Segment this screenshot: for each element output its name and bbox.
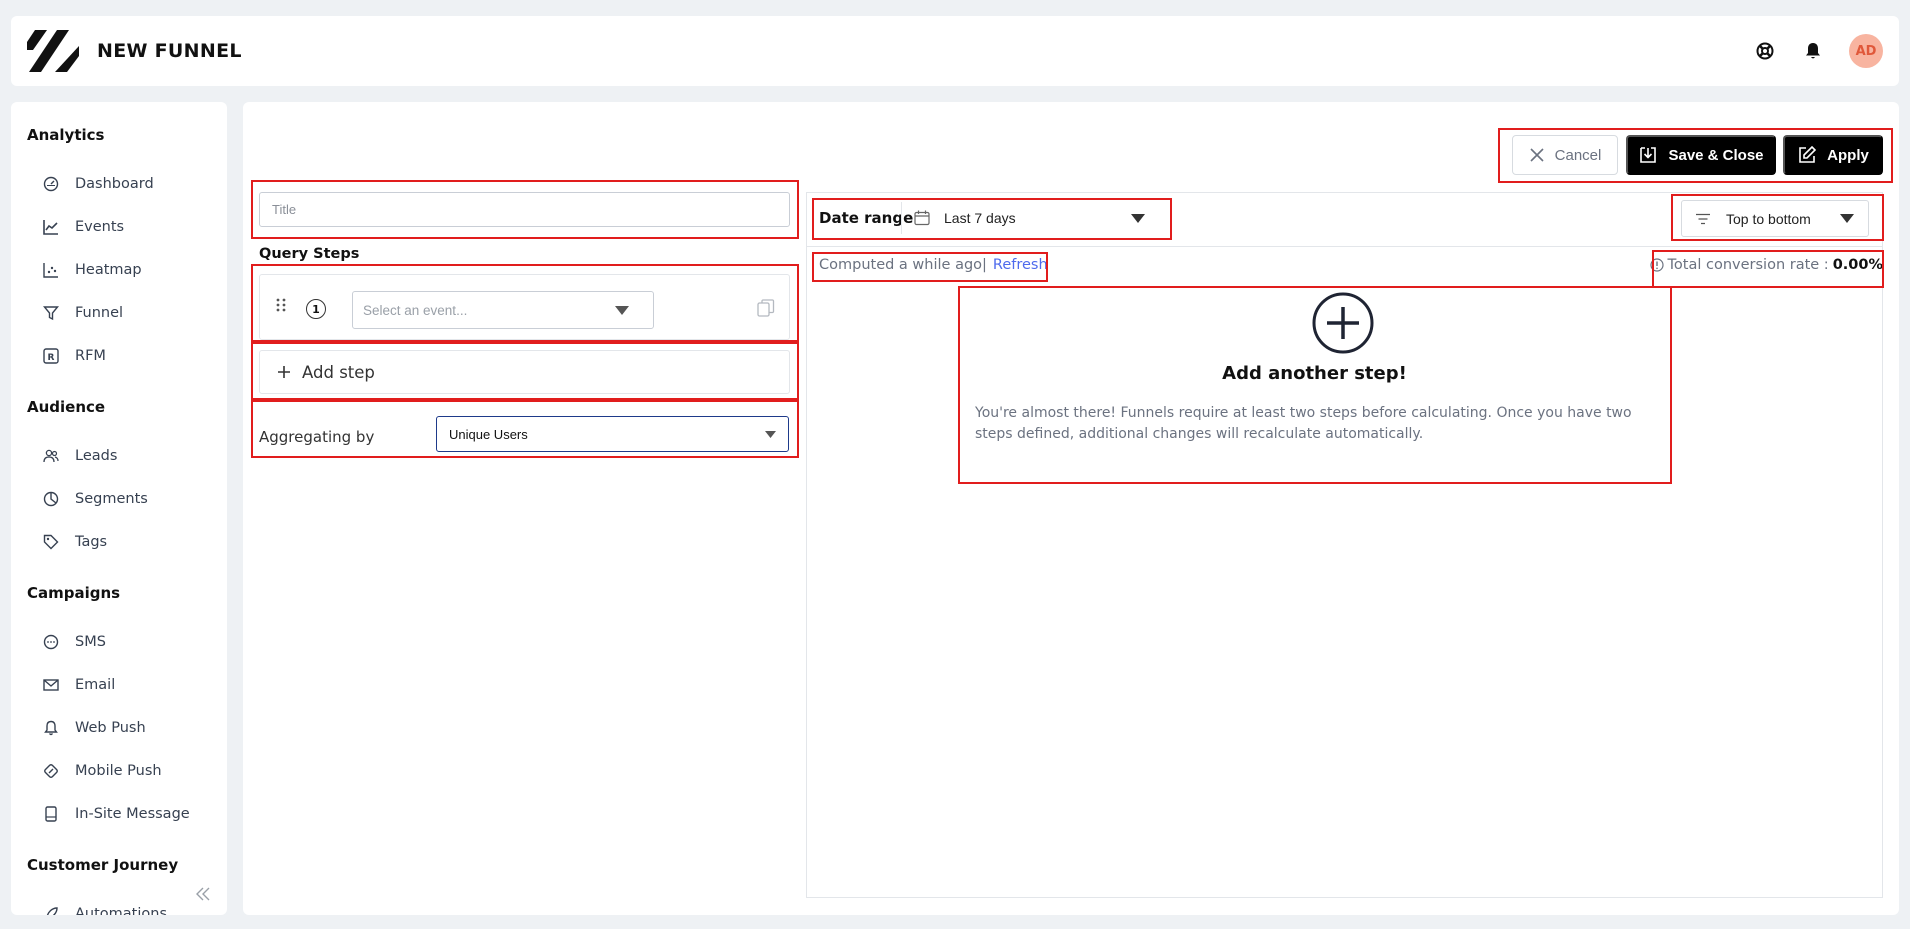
annotation-box-date-range [812,198,1172,240]
scatter-icon [41,260,61,280]
gauge-icon [41,174,61,194]
annotation-box-add-step [251,342,799,400]
users-icon [41,446,61,466]
sidebar-item-label: Leads [75,448,118,464]
sidebar-section-campaigns: Campaigns [27,584,121,602]
sidebar-section-customer-journey: Customer Journey [27,856,179,874]
funnel-icon [41,303,61,323]
sidebar-item-label: Events [75,219,125,235]
sidebar-item-label: RFM [75,348,106,364]
annotation-box-actions [1498,128,1893,183]
sidebar-item-rfm[interactable]: R RFM [41,346,106,366]
help-lifebuoy-icon[interactable] [1753,39,1777,63]
sidebar-item-label: Automations [75,906,168,915]
sidebar-item-leads[interactable]: Leads [41,446,117,466]
chat-icon [41,632,61,652]
mobile-push-icon [41,761,61,781]
sidebar-item-in-site-message[interactable]: In-Site Message [41,804,190,824]
annotation-box-conversion [1652,250,1884,288]
sidebar-item-segments[interactable]: Segments [41,489,148,509]
rfm-icon: R [41,346,61,366]
sidebar-item-label: Web Push [75,720,146,736]
sidebar-item-sms[interactable]: SMS [41,632,106,652]
query-steps-label: Query Steps [259,246,360,262]
in-site-icon [41,804,61,824]
notification-bell-icon[interactable] [1801,39,1825,63]
sidebar-item-label: In-Site Message [75,806,190,822]
sidebar: Analytics Dashboard Events Heatmap Funne… [11,102,227,915]
sidebar-item-email[interactable]: Email [41,675,115,695]
sidebar-item-tags[interactable]: Tags [41,532,107,552]
sidebar-item-mobile-push[interactable]: Mobile Push [41,761,162,781]
annotation-box-aggregating [251,400,799,458]
sidebar-item-events[interactable]: Events [41,217,124,237]
svg-text:R: R [48,353,55,363]
annotation-box-order [1671,194,1884,241]
sidebar-item-label: Dashboard [75,176,154,192]
annotation-box-computed [812,252,1048,282]
sidebar-item-label: Email [75,677,116,693]
sidebar-item-dashboard[interactable]: Dashboard [41,174,154,194]
user-avatar[interactable]: AD [1849,34,1883,68]
sidebar-item-label: Mobile Push [75,763,162,779]
collapse-sidebar-icon[interactable] [195,886,211,906]
rocket-icon [41,904,61,915]
sidebar-item-heatmap[interactable]: Heatmap [41,260,142,280]
sidebar-section-audience: Audience [27,398,106,416]
annotation-box-empty-state [958,286,1672,484]
brand-logo-icon[interactable] [27,28,81,74]
tag-icon [41,532,61,552]
mail-icon [41,675,61,695]
sidebar-item-funnel[interactable]: Funnel [41,303,123,323]
top-header: NEW FUNNEL AD [11,16,1899,86]
sidebar-item-label: SMS [75,634,106,650]
annotation-box-title [251,180,799,239]
pie-icon [41,489,61,509]
sidebar-item-label: Tags [75,534,108,550]
page-title: NEW FUNNEL [97,40,242,62]
annotation-box-step [251,264,799,342]
bell-icon [41,718,61,738]
results-divider [806,246,1883,247]
sidebar-item-automations[interactable]: Automations [41,904,167,915]
sidebar-section-analytics: Analytics [27,126,105,144]
sidebar-item-label: Heatmap [75,262,142,278]
chart-line-icon [41,217,61,237]
sidebar-item-web-push[interactable]: Web Push [41,718,146,738]
sidebar-item-label: Funnel [75,305,124,321]
sidebar-item-label: Segments [75,491,148,507]
